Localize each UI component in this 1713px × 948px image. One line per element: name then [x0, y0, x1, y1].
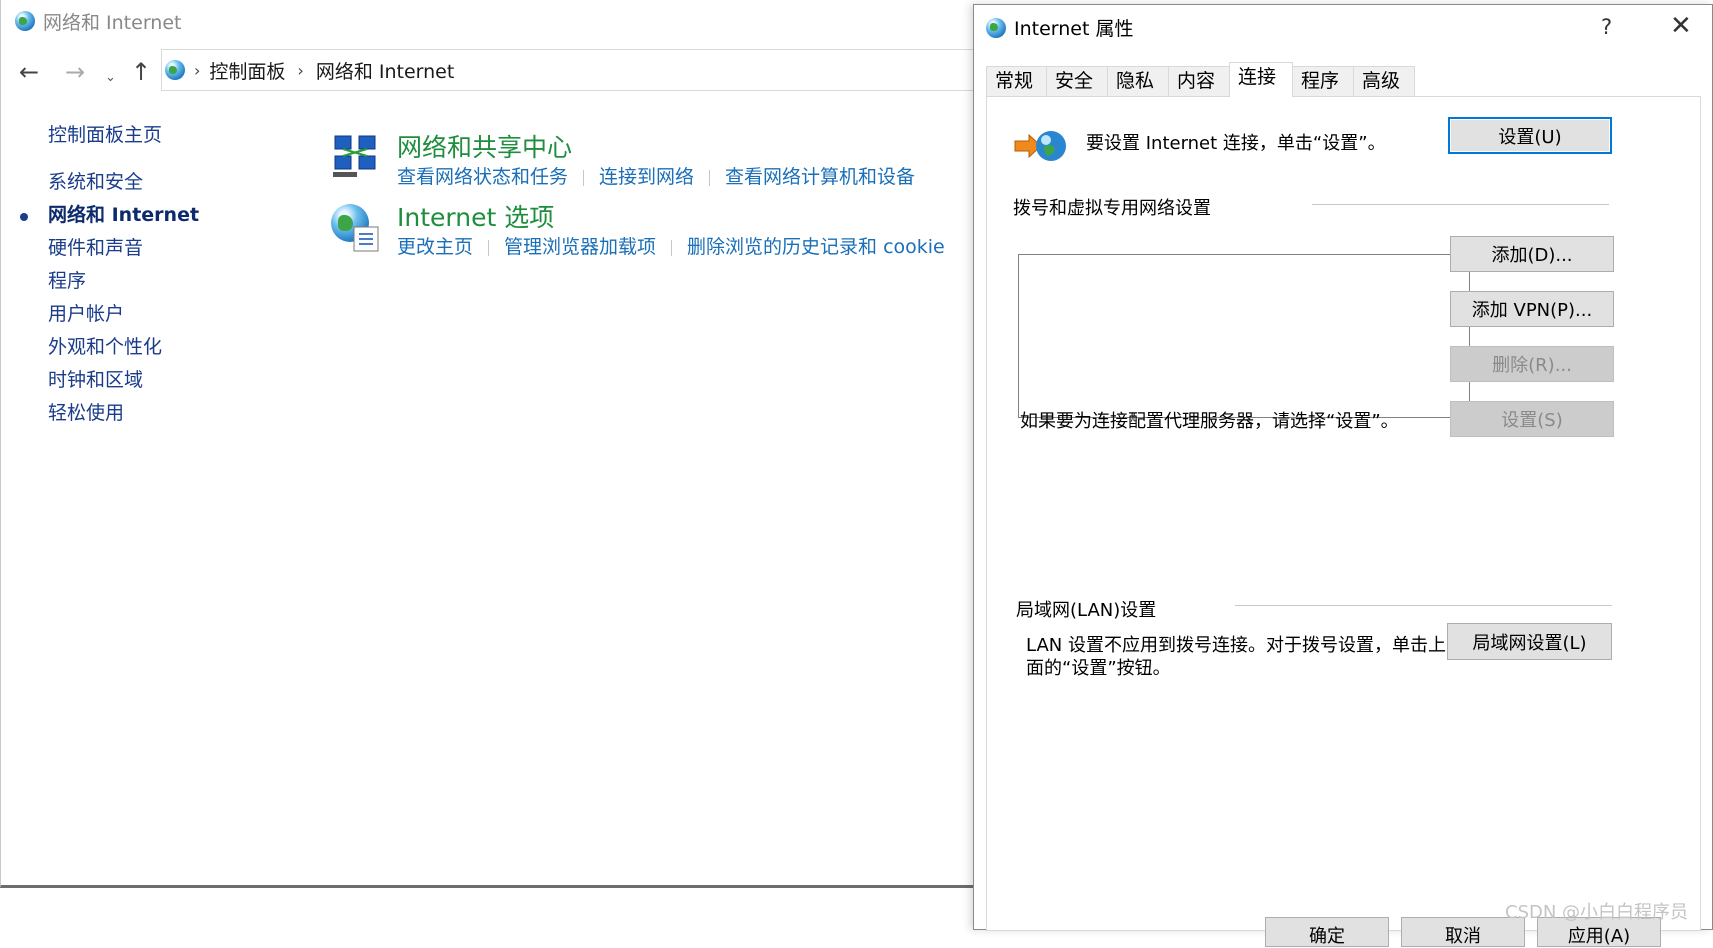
- help-icon[interactable]: ?: [1601, 15, 1612, 39]
- setup-button[interactable]: 设置(U): [1448, 117, 1612, 154]
- remove-button[interactable]: 删除(R)...: [1450, 346, 1614, 382]
- tab-connections[interactable]: 连接: [1229, 62, 1293, 97]
- link-divider: [709, 169, 711, 186]
- category-title-network-sharing[interactable]: 网络和共享中心: [397, 128, 572, 164]
- dialog-title-bar: Internet 属性: [986, 14, 1133, 41]
- link-view-network-status[interactable]: 查看网络状态和任务: [397, 166, 568, 188]
- section-divider: [1312, 204, 1609, 205]
- network-globe-icon: [15, 11, 35, 31]
- connection-wizard-icon: [1014, 131, 1066, 161]
- sidebar-item-system-security[interactable]: 系统和安全: [48, 167, 143, 194]
- proxy-instruction-text: 如果要为连接配置代理服务器，请选择“设置”。: [1020, 411, 1399, 432]
- window-title-bar: 网络和 Internet: [15, 8, 181, 34]
- breadcrumb-separator-icon[interactable]: ›: [297, 61, 303, 80]
- sidebar-item-appearance[interactable]: 外观和个性化: [48, 332, 162, 359]
- breadcrumb-control-panel[interactable]: 控制面板: [209, 57, 285, 84]
- sidebar-item-clock-region[interactable]: 时钟和区域: [48, 365, 143, 392]
- up-arrow-icon[interactable]: ↑: [131, 58, 151, 86]
- proxy-settings-button[interactable]: 设置(S): [1450, 401, 1614, 437]
- dialup-vpn-section-label: 拨号和虚拟专用网络设置: [1013, 198, 1211, 219]
- lan-settings-button[interactable]: 局域网设置(L): [1447, 623, 1612, 660]
- setup-instruction-text: 要设置 Internet 连接，单击“设置”。: [1086, 133, 1386, 154]
- tab-content[interactable]: 内容: [1168, 66, 1230, 96]
- forward-arrow-icon[interactable]: →: [65, 58, 85, 86]
- control-panel-window: 网络和 Internet ← → ⌄ ↑ › 控制面板 › 网络和 Intern…: [0, 0, 981, 888]
- breadcrumb-network-internet[interactable]: 网络和 Internet: [316, 57, 454, 84]
- internet-properties-dialog: Internet 属性 ? ✕ 常规 安全 隐私 内容 连接 程序 高级 要设置…: [973, 4, 1713, 947]
- address-bar[interactable]: › 控制面板 › 网络和 Internet: [161, 49, 981, 91]
- active-item-bullet: [20, 213, 28, 221]
- category-links-internet-options: 更改主页 管理浏览器加载项 删除浏览的历史记录和 cookie: [397, 232, 945, 259]
- control-panel-icon: [165, 60, 185, 80]
- category-title-internet-options[interactable]: Internet 选项: [397, 198, 554, 234]
- internet-options-icon: [331, 204, 381, 254]
- connections-tab-panel: 要设置 Internet 连接，单击“设置”。 设置(U) 拨号和虚拟专用网络设…: [986, 96, 1701, 931]
- sidebar-item-programs[interactable]: 程序: [48, 266, 86, 293]
- breadcrumb-separator-icon[interactable]: ›: [194, 61, 200, 80]
- close-icon[interactable]: ✕: [1670, 11, 1692, 41]
- sidebar-item-ease-of-access[interactable]: 轻松使用: [48, 398, 124, 425]
- dialog-title: Internet 属性: [1014, 18, 1134, 40]
- network-sharing-center-icon: [333, 135, 376, 177]
- lan-instruction-line2: 面的“设置”按钮。: [1026, 658, 1171, 679]
- link-manage-addons[interactable]: 管理浏览器加载项: [504, 236, 656, 258]
- section-divider: [1235, 605, 1612, 606]
- sidebar-item-hardware-sound[interactable]: 硬件和声音: [48, 233, 143, 260]
- sidebar-item-network-internet[interactable]: 网络和 Internet: [48, 200, 199, 227]
- recent-locations-chevron-icon[interactable]: ⌄: [105, 64, 116, 92]
- tab-security[interactable]: 安全: [1046, 66, 1108, 96]
- ok-button[interactable]: 确定: [1265, 917, 1389, 947]
- link-connect-to-network[interactable]: 连接到网络: [599, 166, 694, 188]
- tab-general[interactable]: 常规: [986, 66, 1047, 96]
- add-vpn-button[interactable]: 添加 VPN(P)...: [1450, 291, 1614, 327]
- window-title: 网络和 Internet: [43, 11, 182, 34]
- sidebar-item-user-accounts[interactable]: 用户帐户: [48, 299, 124, 326]
- category-links-network-sharing: 查看网络状态和任务 连接到网络 查看网络计算机和设备: [397, 162, 915, 189]
- tab-advanced[interactable]: 高级: [1353, 66, 1415, 96]
- link-divider: [671, 239, 673, 256]
- link-change-homepage[interactable]: 更改主页: [397, 236, 473, 258]
- tab-programs[interactable]: 程序: [1292, 66, 1354, 96]
- link-delete-browsing-history[interactable]: 删除浏览的历史记录和 cookie: [687, 236, 945, 258]
- navigation-bar: ← → ⌄ ↑ › 控制面板 › 网络和 Internet: [1, 48, 981, 96]
- tab-privacy[interactable]: 隐私: [1107, 66, 1169, 96]
- link-divider: [488, 239, 490, 256]
- vpn-connections-list[interactable]: [1018, 254, 1470, 418]
- sidebar-item-home[interactable]: 控制面板主页: [48, 120, 162, 147]
- watermark-text: CSDN @小白白程序员: [1505, 902, 1689, 923]
- add-button[interactable]: 添加(D)...: [1450, 236, 1614, 272]
- link-view-network-computers[interactable]: 查看网络计算机和设备: [725, 166, 915, 188]
- link-divider: [583, 169, 585, 186]
- back-arrow-icon[interactable]: ←: [19, 58, 39, 86]
- lan-section-label: 局域网(LAN)设置: [1016, 600, 1157, 621]
- internet-properties-icon: [986, 17, 1006, 38]
